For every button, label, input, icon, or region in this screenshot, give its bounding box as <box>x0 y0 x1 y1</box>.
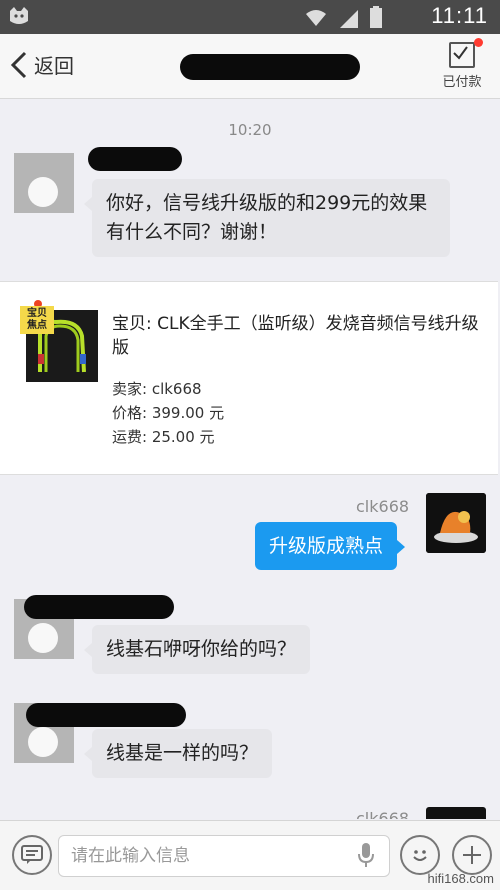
back-label: 返回 <box>34 54 74 78</box>
paid-label: 已付款 <box>442 75 482 90</box>
message-timestamp: 10:20 <box>228 121 272 139</box>
wifi-icon <box>306 10 326 26</box>
redacted-sender-name <box>26 703 186 727</box>
redacted-contact-name <box>180 54 360 80</box>
product-shipping: 运费: 25.00 元 <box>112 428 215 446</box>
redacted-sender-name <box>24 595 174 619</box>
seller-avatar[interactable] <box>426 493 486 553</box>
battery-icon <box>370 6 382 28</box>
redacted-sender-name <box>88 147 182 171</box>
watermark: hifi168.com <box>427 871 494 886</box>
status-clock: 11:11 <box>431 3 488 28</box>
emoji-button[interactable] <box>400 835 440 875</box>
status-bar: 11:11 <box>0 0 500 34</box>
sender-name: clk668 <box>356 809 410 819</box>
avatar[interactable] <box>14 153 74 213</box>
message-bubble[interactable]: 升级版成熟点 <box>255 522 406 570</box>
focus-tag: 宝贝 焦点 <box>20 306 54 334</box>
seller-avatar[interactable] <box>426 807 486 819</box>
smiley-icon <box>413 850 427 861</box>
back-button[interactable]: 返回 <box>10 50 74 79</box>
product-title: 宝贝: CLK全手工（监听级）发烧音频信号线升级版 <box>112 314 479 358</box>
notification-dot <box>474 38 483 47</box>
plus-icon <box>463 846 481 864</box>
paid-button[interactable]: 已付款 <box>436 38 488 90</box>
product-thumbnail[interactable]: 宝贝 焦点 <box>20 300 98 382</box>
chat-header: 返回 已付款 <box>0 34 500 99</box>
chat-bubble-icon <box>21 845 43 864</box>
signal-icon <box>340 10 358 28</box>
message-input-bar: hifi168.com <box>0 820 500 890</box>
quick-reply-button[interactable] <box>12 835 52 875</box>
app-logo-icon <box>10 7 28 24</box>
product-card[interactable]: 宝贝 焦点 宝贝: CLK全手工（监听级）发烧音频信号线升级版 卖家: clk66… <box>0 281 498 475</box>
message-bubble[interactable]: 线基是一样的吗？ <box>83 729 273 778</box>
product-price: 价格: 399.00 元 <box>112 404 225 422</box>
message-bubble[interactable]: 线基石咿呀你给的吗？ <box>83 625 311 674</box>
message-input[interactable] <box>59 836 353 876</box>
microphone-icon[interactable] <box>357 842 375 868</box>
sender-name: clk668 <box>356 497 410 516</box>
chat-area[interactable]: 10:20 你好，信号线升级版的和299元的效果有什么不同？谢谢！ 宝贝 焦点 宝… <box>0 99 500 819</box>
message-input-wrapper <box>58 835 390 877</box>
product-seller: 卖家: clk668 <box>112 380 202 398</box>
checkbox-icon <box>449 38 483 68</box>
message-bubble[interactable]: 你好，信号线升级版的和299元的效果有什么不同？谢谢！ <box>84 179 450 257</box>
chevron-left-icon <box>10 51 27 78</box>
add-button[interactable] <box>452 835 492 875</box>
